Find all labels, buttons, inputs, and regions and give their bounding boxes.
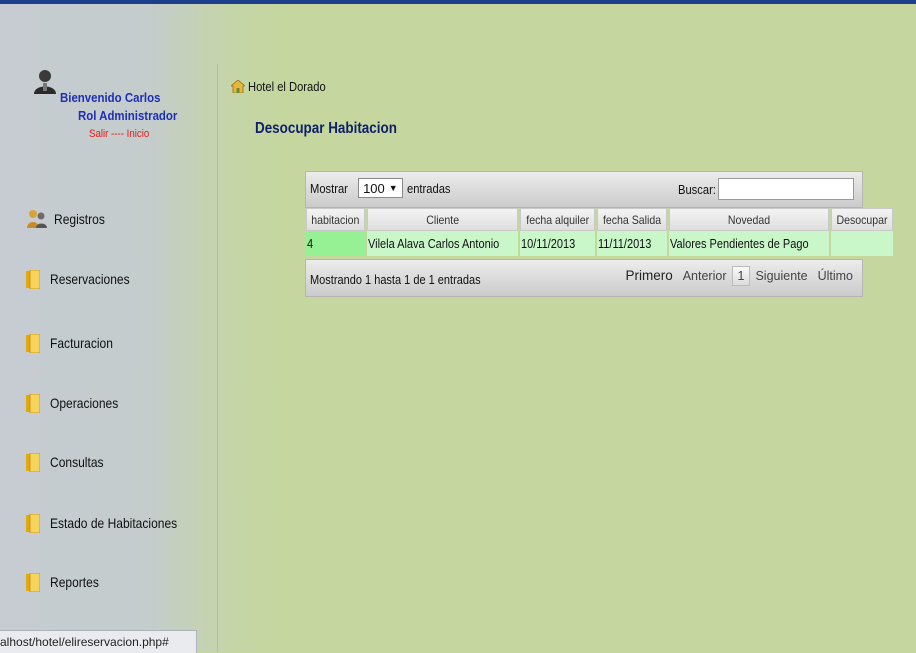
cell-cliente: Vilela Alava Carlos Antonio	[366, 231, 518, 256]
status-bar-url: alhost/hotel/elireservacion.php#	[0, 630, 197, 653]
table-info: Mostrando 1 hasta 1 de 1 entradas	[310, 273, 481, 287]
table-header-row: habitacion Cliente fecha alquiler fecha …	[306, 208, 893, 231]
sidebar-item-label: Registros	[54, 211, 105, 227]
sidebar-item-reportes[interactable]: Reportes	[26, 569, 107, 595]
sidebar-item-label: Reportes	[50, 574, 99, 590]
folder-icon	[26, 333, 40, 353]
search-label: Buscar:	[678, 181, 716, 197]
sidebar-item-operaciones[interactable]: Operaciones	[26, 390, 129, 416]
sidebar-item-label: Consultas	[50, 454, 104, 470]
breadcrumb[interactable]: Hotel el Dorado	[231, 79, 338, 94]
sidebar-item-label: Estado de Habitaciones	[50, 515, 178, 531]
folder-icon	[26, 513, 40, 533]
column-header[interactable]: fecha alquiler	[519, 208, 596, 231]
page-title: Desocupar Habitacion	[255, 120, 397, 137]
folder-icon	[26, 393, 40, 413]
home-icon	[231, 80, 245, 93]
sidebar-item-label: Reservaciones	[50, 271, 130, 287]
column-header[interactable]: Novedad	[669, 208, 829, 231]
pagination-next-button[interactable]: Siguiente	[750, 266, 812, 286]
cell-fecha-alquiler: 10/11/2013	[519, 231, 596, 256]
column-header[interactable]: Desocupar	[830, 208, 893, 231]
column-header[interactable]: habitacion	[306, 208, 365, 231]
pagination-page-button[interactable]: 1	[731, 265, 751, 286]
column-header[interactable]: Cliente	[366, 208, 518, 231]
sidebar-item-facturacion[interactable]: Facturacion	[26, 330, 123, 356]
results-table: habitacion Cliente fecha alquiler fecha …	[304, 208, 895, 256]
sidebar-item-registros[interactable]: Registros	[26, 206, 113, 232]
length-control: Mostrar 100 ▼ entradas	[310, 178, 457, 198]
cell-desocupar[interactable]	[830, 231, 893, 256]
users-icon	[27, 210, 47, 228]
search-control: Buscar:	[678, 178, 854, 200]
column-header[interactable]: fecha Salida	[597, 208, 668, 231]
welcome-text: Bienvenido Carlos	[60, 90, 161, 105]
table-row[interactable]: 4 Vilela Alava Carlos Antonio 10/11/2013…	[306, 231, 893, 256]
folder-icon	[26, 452, 40, 472]
folder-icon	[26, 572, 40, 592]
pagination-last-button[interactable]: Último	[813, 266, 858, 286]
folder-icon	[26, 269, 40, 289]
sidebar-item-label: Operaciones	[50, 395, 119, 411]
entries-select-value: 100	[363, 180, 385, 196]
sidebar-item-estado-habitaciones[interactable]: Estado de Habitaciones	[26, 510, 198, 536]
sidebar-item-label: Facturacion	[50, 335, 113, 351]
table-footer: Mostrando 1 hasta 1 de 1 entradas Primer…	[305, 259, 863, 297]
cell-fecha-salida: 11/11/2013	[597, 231, 668, 256]
length-suffix: entradas	[406, 180, 451, 196]
data-table: Mostrar 100 ▼ entradas Buscar: habitacio…	[305, 171, 893, 297]
chevron-down-icon: ▼	[388, 183, 398, 193]
sidebar-item-reservaciones[interactable]: Reservaciones	[26, 266, 143, 292]
entries-select[interactable]: 100 ▼	[358, 178, 403, 198]
cell-novedad: Valores Pendientes de Pago	[669, 231, 829, 256]
pagination-first-button[interactable]: Primero	[620, 265, 677, 286]
search-input[interactable]	[718, 178, 854, 200]
length-prefix: Mostrar	[310, 180, 348, 196]
pagination: Primero Anterior 1 Siguiente Último	[620, 265, 858, 286]
role-text: Rol Administrador	[78, 108, 178, 123]
cell-habitacion: 4	[306, 231, 365, 256]
user-avatar-icon	[34, 70, 56, 94]
pagination-prev-button[interactable]: Anterior	[678, 266, 732, 286]
sidebar-divider	[217, 64, 218, 652]
logout-home-links[interactable]: Salir ---- Inicio	[89, 128, 149, 140]
sidebar-item-consultas[interactable]: Consultas	[26, 449, 112, 475]
breadcrumb-home[interactable]: Hotel el Dorado	[248, 79, 326, 94]
table-toolbar: Mostrar 100 ▼ entradas Buscar:	[305, 171, 863, 208]
